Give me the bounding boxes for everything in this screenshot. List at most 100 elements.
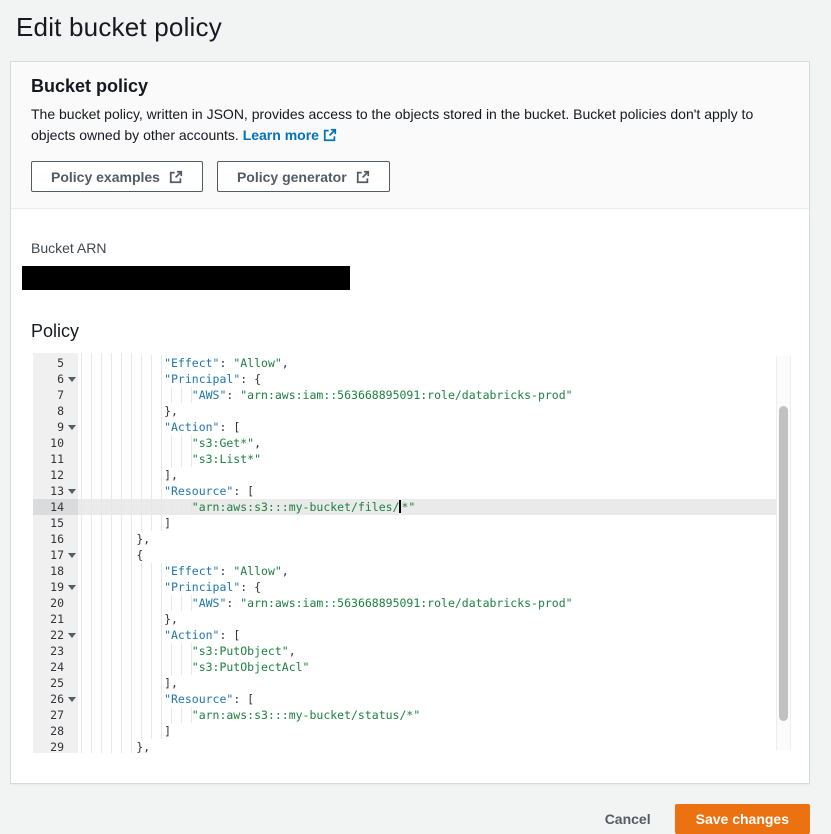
line-number[interactable]: 17: [33, 547, 78, 563]
line-number[interactable]: 5: [33, 355, 78, 371]
line-number[interactable]: 15: [33, 515, 78, 531]
code-line[interactable]: 20"AWS": "arn:aws:iam::563668895091:role…: [33, 595, 791, 611]
code-text[interactable]: },: [78, 739, 776, 753]
line-number[interactable]: 25: [33, 675, 78, 691]
code-line[interactable]: 28]: [33, 723, 791, 739]
code-line[interactable]: 18"Effect": "Allow",: [33, 563, 791, 579]
code-line[interactable]: 21},: [33, 611, 791, 627]
line-number[interactable]: 29: [33, 739, 78, 753]
line-number[interactable]: 28: [33, 723, 78, 739]
header-actions: Policy examples Policy generator: [31, 161, 789, 192]
code-line[interactable]: 9"Action": [: [33, 419, 791, 435]
line-number[interactable]: 7: [33, 387, 78, 403]
line-number[interactable]: 24: [33, 659, 78, 675]
line-number[interactable]: 27: [33, 707, 78, 723]
json-punctuation: ,: [282, 356, 289, 370]
code-line[interactable]: 26"Resource": [: [33, 691, 791, 707]
line-number[interactable]: 26: [33, 691, 78, 707]
policy-code-editor[interactable]: 4{5"Effect": "Allow",6"Principal": {7"AW…: [33, 353, 791, 753]
code-text[interactable]: "Action": [: [78, 419, 776, 435]
code-text[interactable]: ]: [78, 515, 776, 531]
code-line[interactable]: 13"Resource": [: [33, 483, 791, 499]
line-number[interactable]: 11: [33, 451, 78, 467]
line-number[interactable]: 12: [33, 467, 78, 483]
scrollbar-thumb[interactable]: [779, 406, 788, 721]
code-line[interactable]: 17{: [33, 547, 791, 563]
code-line[interactable]: 11 "s3:List*": [33, 451, 791, 467]
policy-generator-button[interactable]: Policy generator: [217, 161, 390, 192]
json-punctuation: :: [219, 356, 233, 370]
code-line[interactable]: 7"AWS": "arn:aws:iam::563668895091:role/…: [33, 387, 791, 403]
line-number[interactable]: 6: [33, 371, 78, 387]
line-number[interactable]: 21: [33, 611, 78, 627]
line-number[interactable]: 10: [33, 435, 78, 451]
code-line[interactable]: 16},: [33, 531, 791, 547]
fold-arrow-icon[interactable]: [68, 585, 76, 590]
code-text[interactable]: },: [78, 531, 776, 547]
code-line[interactable]: 12],: [33, 467, 791, 483]
code-text[interactable]: "Principal": {: [78, 371, 776, 387]
json-string: *": [401, 500, 415, 514]
policy-examples-button[interactable]: Policy examples: [31, 161, 203, 192]
cancel-button[interactable]: Cancel: [605, 811, 651, 827]
code-text[interactable]: },: [78, 403, 776, 419]
learn-more-link[interactable]: Learn more: [243, 127, 337, 143]
fold-arrow-icon[interactable]: [68, 425, 76, 430]
code-line[interactable]: 10"s3:Get*",: [33, 435, 791, 451]
fold-arrow-icon[interactable]: [68, 553, 76, 558]
code-text[interactable]: ]: [78, 723, 776, 739]
code-text[interactable]: "AWS": "arn:aws:iam::563668895091:role/d…: [78, 595, 776, 611]
code-text[interactable]: "Effect": "Allow",: [78, 563, 776, 579]
line-number[interactable]: 16: [33, 531, 78, 547]
code-text[interactable]: "s3:List*": [78, 451, 776, 467]
code-text[interactable]: "AWS": "arn:aws:iam::563668895091:role/d…: [78, 387, 776, 403]
code-text[interactable]: "Action": [: [78, 627, 776, 643]
code-line[interactable]: 24"s3:PutObjectAcl": [33, 659, 791, 675]
code-text[interactable]: "Resource": [: [78, 691, 776, 707]
line-number[interactable]: 9: [33, 419, 78, 435]
json-string: "s3:List*": [192, 452, 261, 466]
code-text[interactable]: {: [78, 547, 776, 563]
indent-guides: [81, 483, 164, 499]
line-number[interactable]: 14: [33, 499, 78, 515]
code-text[interactable]: "Principal": {: [78, 579, 776, 595]
code-line[interactable]: 8},: [33, 403, 791, 419]
line-number[interactable]: 8: [33, 403, 78, 419]
indent-guides: [81, 547, 136, 563]
code-text[interactable]: "s3:Get*",: [78, 435, 776, 451]
indent-guides: [81, 595, 192, 611]
code-text[interactable]: ],: [78, 675, 776, 691]
fold-arrow-icon[interactable]: [68, 697, 76, 702]
indent-guides: [81, 579, 164, 595]
line-number[interactable]: 23: [33, 643, 78, 659]
fold-arrow-icon[interactable]: [68, 489, 76, 494]
line-number[interactable]: 19: [33, 579, 78, 595]
code-line[interactable]: 25],: [33, 675, 791, 691]
json-string: "arn:aws:s3:::my-bucket/files/: [192, 500, 400, 514]
code-line[interactable]: 23"s3:PutObject",: [33, 643, 791, 659]
code-line[interactable]: 5"Effect": "Allow",: [33, 355, 791, 371]
fold-arrow-icon[interactable]: [68, 633, 76, 638]
code-text[interactable]: ],: [78, 467, 776, 483]
code-line[interactable]: 15]: [33, 515, 791, 531]
code-text[interactable]: "arn:aws:s3:::my-bucket/status/*": [78, 707, 776, 723]
code-line[interactable]: 14"arn:aws:s3:::my-bucket/files/*": [33, 499, 791, 515]
line-number[interactable]: 20: [33, 595, 78, 611]
code-line[interactable]: 22"Action": [: [33, 627, 791, 643]
code-text[interactable]: "s3:PutObjectAcl": [78, 659, 776, 675]
code-line[interactable]: 19"Principal": {: [33, 579, 791, 595]
code-line[interactable]: 27"arn:aws:s3:::my-bucket/status/*": [33, 707, 791, 723]
line-number[interactable]: 18: [33, 563, 78, 579]
code-line[interactable]: 29},: [33, 739, 791, 753]
code-line[interactable]: 6"Principal": {: [33, 371, 791, 387]
code-text[interactable]: "s3:PutObject",: [78, 643, 776, 659]
code-text[interactable]: "Resource": [: [78, 483, 776, 499]
line-number[interactable]: 22: [33, 627, 78, 643]
line-number[interactable]: 13: [33, 483, 78, 499]
code-text[interactable]: },: [78, 611, 776, 627]
save-changes-button[interactable]: Save changes: [675, 804, 810, 834]
editor-vertical-scrollbar[interactable]: [776, 356, 791, 750]
code-text[interactable]: "arn:aws:s3:::my-bucket/files/*": [78, 499, 776, 515]
code-text[interactable]: "Effect": "Allow",: [78, 355, 776, 371]
fold-arrow-icon[interactable]: [68, 377, 76, 382]
